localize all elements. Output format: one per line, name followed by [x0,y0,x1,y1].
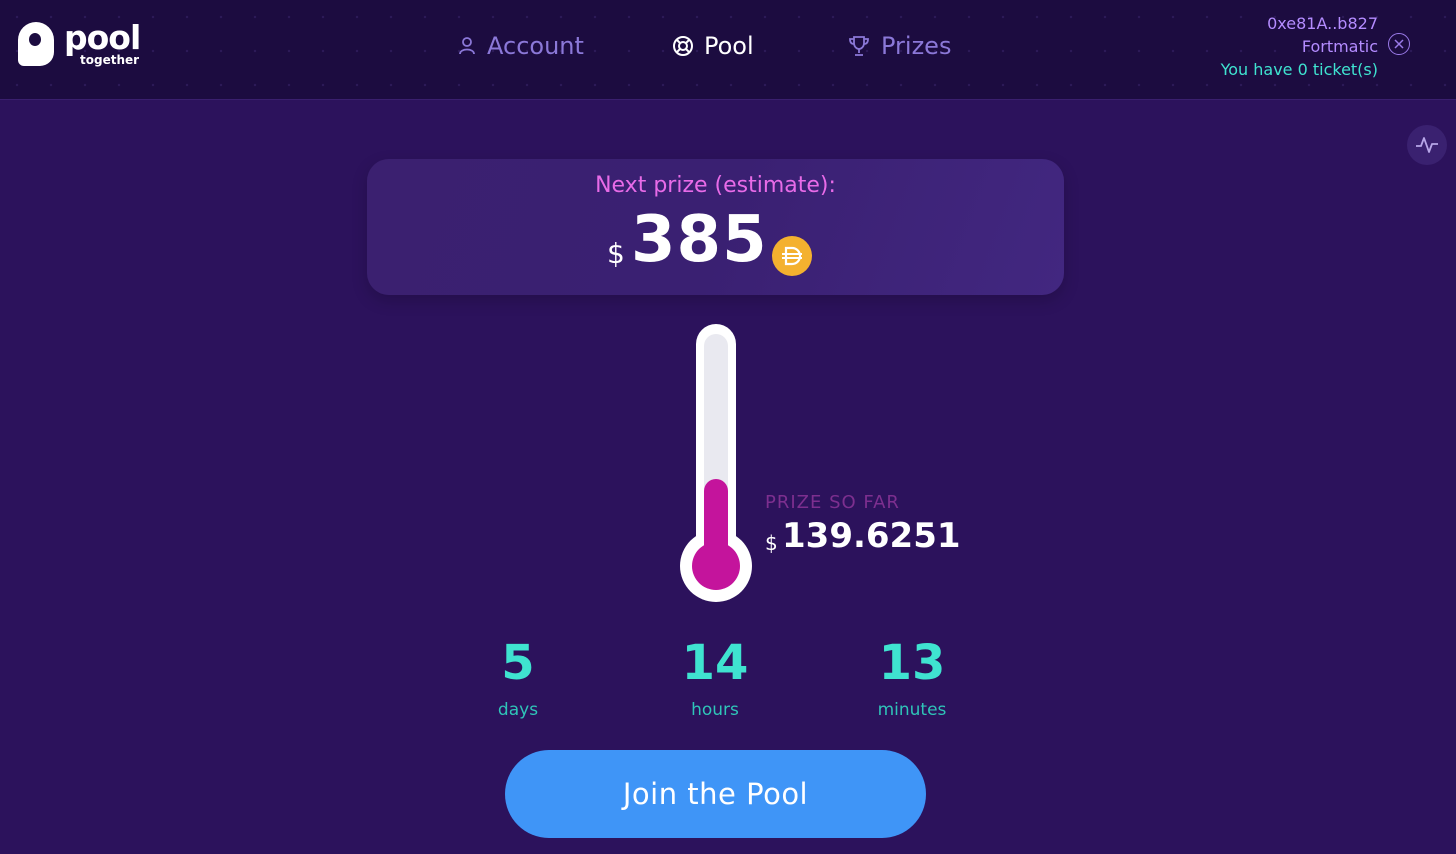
countdown-minutes-unit: minutes [877,700,947,720]
prize-thermometer [680,324,752,604]
activity-button[interactable] [1407,125,1447,165]
nav-pool-label: Pool [704,32,754,60]
prize-so-far-amount: 139.6251 [782,516,961,556]
dai-icon [772,236,812,276]
trophy-icon [847,35,871,57]
wallet-provider: Fortmatic [1301,37,1378,56]
logo-subtext: together [80,53,140,67]
countdown-minutes: 13 minutes [852,634,972,720]
activity-icon [1416,137,1438,153]
wallet-info: 0xe81A..b827 Fortmatic You have 0 ticket… [1221,12,1378,81]
logo-p-mark [18,22,54,66]
join-pool-button[interactable]: Join the Pool [505,750,926,838]
wallet-address[interactable]: 0xe81A..b827 [1221,12,1378,35]
prize-amount-value: 385 [631,203,768,277]
countdown-hours: 14 hours [655,634,775,720]
nav-account[interactable]: Account [457,28,584,64]
nav-prizes[interactable]: Prizes [847,28,951,64]
prize-so-far-currency: $ [765,531,778,555]
pooltogether-logo[interactable]: pool together [18,18,141,70]
prize-so-far-label: PRIZE SO FAR [765,492,900,513]
top-nav-bar: pool together Account Pool Prizes 0xe81A… [0,0,1456,100]
countdown-hours-value: 14 [681,635,749,691]
nav-account-label: Account [487,32,584,60]
lifebuoy-icon [672,35,694,57]
ticket-count: You have 0 ticket(s) [1220,60,1378,79]
user-icon [457,36,477,56]
logo-text: pool [64,18,141,57]
thermometer-bulb-fill [692,542,740,590]
close-icon [1394,39,1404,49]
countdown-days-unit: days [497,700,539,720]
countdown-days: 5 days [458,634,578,720]
countdown-days-value: 5 [501,635,535,691]
disconnect-button[interactable] [1388,33,1410,55]
nav-pool[interactable]: Pool [672,28,754,64]
next-prize-label: Next prize (estimate): [595,173,836,198]
countdown-minutes-value: 13 [878,635,946,691]
countdown-hours-unit: hours [691,700,739,720]
prize-currency-symbol: $ [607,237,625,270]
nav-prizes-label: Prizes [881,32,952,60]
next-prize-card: Next prize (estimate): $ 385 [367,159,1064,295]
